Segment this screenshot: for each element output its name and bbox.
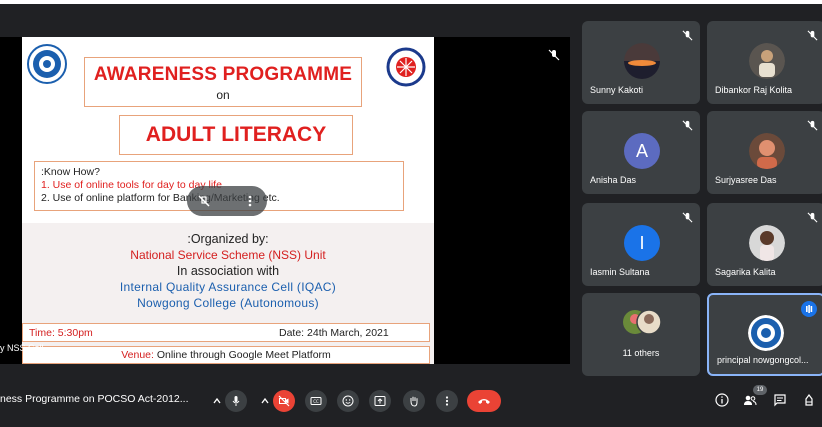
camera-button[interactable] — [273, 390, 295, 412]
know-how-heading: :Know How? — [41, 166, 100, 178]
emoji-icon — [342, 395, 354, 407]
college-name: Nowgong College (Autonomous) — [137, 296, 319, 310]
others-avatars — [623, 309, 662, 335]
video-options-button[interactable] — [258, 390, 272, 412]
avatar: I — [624, 225, 660, 261]
iqac-text: Internal Quality Assurance Cell (IQAC) — [119, 280, 337, 294]
event-time: Time: 5:30pm — [29, 327, 93, 339]
raise-hand-icon — [410, 396, 418, 407]
mic-off-icon — [807, 30, 818, 41]
nss-unit: National Service Scheme (NSS) Unit — [130, 248, 326, 262]
meeting-title: ness Programme on POCSO Act-2012... — [0, 393, 189, 405]
presentation-stage[interactable]: AWARENESS PROGRAMME on ADULT LITERACY :K… — [0, 37, 570, 364]
slide-title-box: AWARENESS PROGRAMME on — [84, 57, 362, 107]
organized-by: :Organized by: — [187, 232, 269, 246]
more-options-button[interactable] — [436, 390, 458, 412]
participant-tile[interactable]: Surjyasree Das — [707, 111, 822, 194]
mic-off-icon — [807, 120, 818, 131]
end-call-button[interactable] — [467, 390, 501, 412]
unpin-icon[interactable] — [197, 194, 211, 208]
captions-button[interactable]: CC — [305, 390, 327, 412]
participant-name: Sunny Kakoti — [590, 85, 644, 95]
slide-subject-box: ADULT LITERACY — [119, 115, 353, 155]
mic-off-icon — [807, 212, 818, 223]
participant-name: principal nowgongcol... — [717, 355, 809, 365]
participant-name: Surjyasree Das — [715, 175, 777, 185]
camera-off-icon — [278, 395, 290, 407]
slide-title: AWARENESS PROGRAMME — [93, 64, 353, 85]
others-tile[interactable]: 11 others — [582, 293, 700, 376]
participant-tile[interactable]: Sunny Kakoti — [582, 21, 700, 104]
microphone-button[interactable] — [225, 390, 247, 412]
venue-bar: Venue: Online through Google Meet Platfo… — [22, 346, 430, 364]
college-logo-icon — [27, 44, 67, 84]
people-icon[interactable] — [743, 393, 757, 407]
emoji-button[interactable] — [337, 390, 359, 412]
organizer-block: :Organized by: National Service Scheme (… — [22, 231, 434, 311]
avatar — [749, 225, 785, 261]
avatar — [624, 43, 660, 79]
participant-name: Anisha Das — [590, 175, 637, 185]
mic-off-icon — [682, 212, 693, 223]
others-count: 11 others — [622, 348, 660, 358]
mic-off-icon — [682, 30, 693, 41]
slide-subject: ADULT LITERACY — [145, 123, 327, 146]
avatar — [749, 133, 785, 169]
venue-label: Venue: — [121, 349, 154, 361]
venue-text: Online through Google Meet Platform — [156, 349, 331, 361]
speaking-indicator-icon — [801, 301, 817, 317]
avatar — [749, 43, 785, 79]
association-text: In association with — [176, 264, 280, 278]
present-icon — [374, 396, 386, 406]
participant-tile[interactable]: Dibankor Raj Kolita — [707, 21, 822, 104]
caret-up-icon — [261, 397, 269, 404]
avatar — [748, 315, 784, 351]
captions-icon: CC — [310, 397, 322, 405]
more-vert-icon[interactable] — [243, 194, 257, 208]
svg-text:CC: CC — [313, 399, 319, 404]
activities-icon[interactable] — [802, 393, 816, 407]
participant-tile-speaking[interactable]: principal nowgongcol... — [707, 293, 822, 376]
participant-tile[interactable]: Sagarika Kalita — [707, 203, 822, 286]
avatar: A — [624, 133, 660, 169]
participant-name: Dibankor Raj Kolita — [715, 85, 793, 95]
meet-window: AWARENESS PROGRAMME on ADULT LITERACY :K… — [0, 4, 822, 427]
event-date: Date: 24th March, 2021 — [279, 327, 389, 339]
microphone-icon — [232, 396, 240, 406]
mic-off-icon — [548, 49, 560, 61]
mic-off-icon — [682, 120, 693, 131]
end-call-icon — [478, 399, 490, 404]
caret-up-icon — [213, 397, 221, 404]
nss-logo-icon — [386, 47, 426, 87]
time-date-bar: Time: 5:30pm Date: 24th March, 2021 — [22, 323, 430, 342]
presenter-label: y NSS Cell — [0, 343, 44, 353]
chat-icon[interactable] — [773, 393, 787, 407]
bottom-control-bar: ness Programme on POCSO Act-2012... CC 1… — [0, 379, 822, 427]
presentation-controls[interactable] — [187, 186, 267, 216]
participant-name: Sagarika Kalita — [715, 267, 776, 277]
participant-name: Iasmin Sultana — [590, 267, 650, 277]
raise-hand-button[interactable] — [403, 390, 425, 412]
audio-options-button[interactable] — [210, 390, 224, 412]
participant-tile[interactable]: I Iasmin Sultana — [582, 203, 700, 286]
slide-on: on — [216, 88, 230, 102]
participant-tile[interactable]: A Anisha Das — [582, 111, 700, 194]
present-button[interactable] — [369, 390, 391, 412]
more-vert-icon — [445, 396, 449, 406]
info-icon[interactable] — [715, 393, 729, 407]
